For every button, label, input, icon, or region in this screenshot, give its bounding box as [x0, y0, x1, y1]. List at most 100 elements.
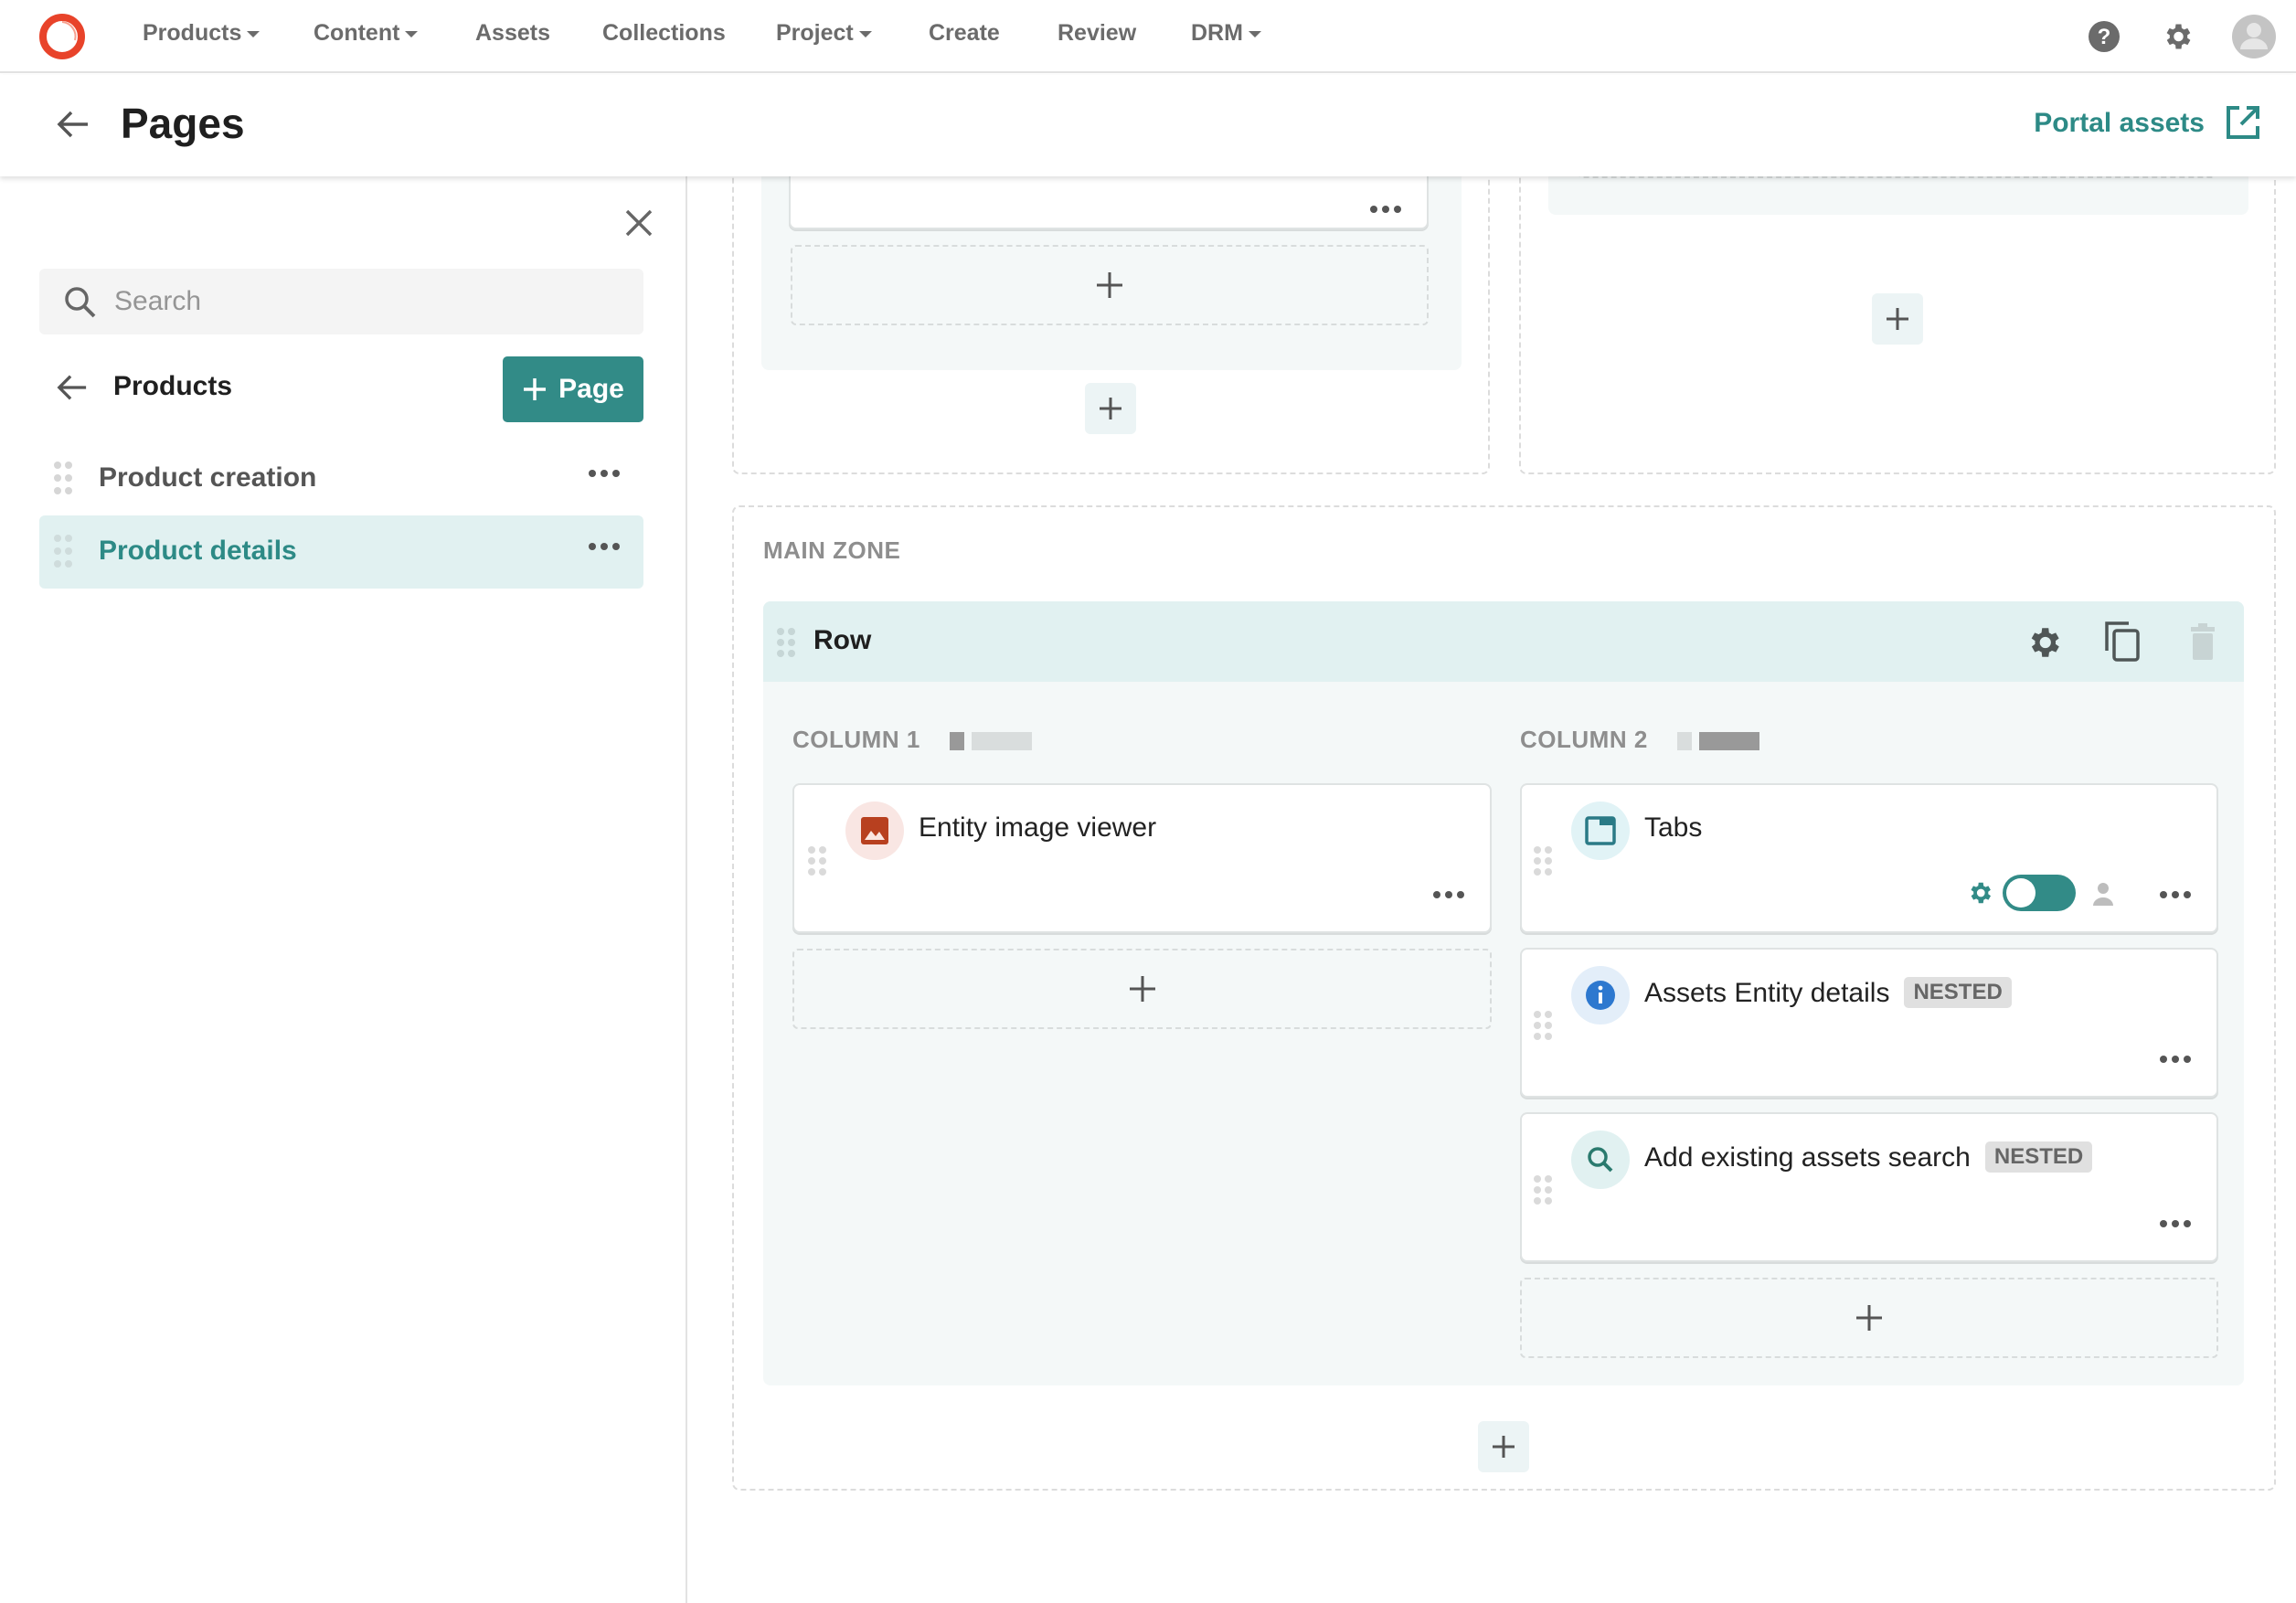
- widget-card[interactable]: [789, 176, 1429, 229]
- main-zone: MAIN ZONE Row COLUMN 1 Entity image view…: [732, 505, 2276, 1491]
- nav-label: Content: [314, 20, 400, 46]
- drag-handle-icon[interactable]: [1533, 1010, 1553, 1041]
- nav-label: Create: [929, 20, 1000, 46]
- tabs-icon: [1571, 802, 1630, 860]
- user-permission-icon[interactable]: [2092, 882, 2114, 906]
- nav-content[interactable]: Content: [314, 20, 419, 47]
- duplicate-icon[interactable]: [2103, 620, 2142, 662]
- pages-sidebar: Products Page Product creation Product d…: [0, 176, 687, 1603]
- more-options-icon[interactable]: [2160, 1220, 2191, 1227]
- row-container: [761, 176, 1462, 370]
- plus-icon: [1100, 398, 1121, 419]
- drag-handle-icon[interactable]: [776, 627, 796, 658]
- page-item-product-details[interactable]: Product details: [39, 515, 643, 589]
- plus-icon: [1887, 308, 1908, 330]
- zone-left-upper: [732, 176, 1490, 474]
- delete-icon[interactable]: [2189, 623, 2216, 660]
- back-arrow-icon[interactable]: [55, 108, 91, 141]
- widget-add-existing-assets-search[interactable]: Add existing assets search NESTED: [1520, 1112, 2218, 1262]
- nav-collections[interactable]: Collections: [602, 20, 726, 47]
- page-header: Pages Portal assets: [0, 75, 2296, 176]
- add-row-button[interactable]: [1872, 293, 1923, 345]
- toggle-knob: [2006, 878, 2036, 908]
- nav-label: Project: [776, 20, 854, 46]
- nav-label: Assets: [475, 20, 550, 46]
- nav-label: Collections: [602, 20, 726, 46]
- settings-icon[interactable]: [2161, 20, 2194, 53]
- nav-drm[interactable]: DRM: [1191, 20, 1261, 47]
- nav-label: Products: [143, 20, 242, 46]
- nav-assets[interactable]: Assets: [475, 20, 550, 47]
- nav-review[interactable]: Review: [1058, 20, 1136, 47]
- caret-down-icon: [858, 30, 872, 37]
- nested-badge: NESTED: [1904, 977, 2012, 1008]
- user-avatar-icon[interactable]: [2232, 15, 2276, 58]
- plus-icon: [1856, 1305, 1882, 1331]
- more-options-icon[interactable]: [589, 470, 620, 477]
- page-item-label: Product details: [99, 536, 297, 566]
- widget-title: Entity image viewer: [919, 812, 1157, 843]
- column-1-label: COLUMN 1: [792, 726, 920, 753]
- more-options-icon[interactable]: [2160, 891, 2191, 898]
- more-options-icon[interactable]: [1433, 891, 1464, 898]
- page-item-product-creation[interactable]: Product creation: [39, 442, 643, 515]
- row-settings-icon[interactable]: [2025, 623, 2063, 662]
- widget-title: Tabs: [1644, 812, 1703, 843]
- search-icon: [1571, 1131, 1630, 1189]
- widget-settings-icon[interactable]: [1966, 879, 1993, 907]
- drag-handle-icon[interactable]: [807, 845, 827, 876]
- portal-assets-link[interactable]: Portal assets: [2034, 108, 2205, 139]
- external-link-icon[interactable]: [2225, 104, 2261, 141]
- caret-down-icon: [247, 30, 260, 37]
- drag-handle-icon[interactable]: [52, 534, 74, 568]
- drag-handle-icon[interactable]: [1533, 845, 1553, 876]
- widget-title: Add existing assets search: [1644, 1142, 1971, 1173]
- widget-assets-entity-details[interactable]: Assets Entity details NESTED: [1520, 948, 2218, 1098]
- add-row-button[interactable]: [1478, 1421, 1529, 1472]
- nav-create[interactable]: Create: [929, 20, 1000, 47]
- page-layout-canvas: MAIN ZONE Row COLUMN 1 Entity image view…: [689, 176, 2296, 1603]
- app-logo-icon[interactable]: [38, 13, 86, 60]
- add-page-label: Page: [558, 374, 624, 404]
- drag-handle-icon[interactable]: [52, 461, 74, 495]
- info-icon: [1571, 966, 1630, 1024]
- caret-down-icon: [405, 30, 419, 37]
- search-input[interactable]: [114, 269, 626, 334]
- plus-icon: [524, 378, 547, 400]
- add-widget-dropzone[interactable]: [1520, 1278, 2218, 1358]
- add-row-button[interactable]: [1085, 383, 1136, 434]
- widget-tabs[interactable]: Tabs: [1520, 783, 2218, 933]
- widget-title-row: Add existing assets search NESTED: [1644, 1141, 2093, 1173]
- add-widget-dropzone[interactable]: [1578, 176, 2217, 178]
- widget-title-row: Assets Entity details NESTED: [1644, 977, 2012, 1009]
- more-options-icon[interactable]: [589, 543, 620, 550]
- svg-text:?: ?: [2098, 25, 2111, 49]
- help-icon[interactable]: ?: [2088, 20, 2121, 53]
- parent-page-label: Products: [113, 371, 233, 401]
- nav-products[interactable]: Products: [143, 20, 260, 47]
- nav-project[interactable]: Project: [776, 20, 872, 47]
- plus-icon: [1493, 1436, 1515, 1458]
- more-options-icon[interactable]: [1370, 206, 1401, 213]
- more-options-icon[interactable]: [2160, 1056, 2191, 1063]
- add-page-button[interactable]: Page: [503, 356, 643, 422]
- zone-right-upper: [1519, 176, 2276, 474]
- row-container: [1548, 176, 2248, 215]
- nav-label: DRM: [1191, 20, 1243, 46]
- add-widget-dropzone[interactable]: [791, 245, 1429, 325]
- page-title: Pages: [121, 100, 245, 147]
- plus-icon: [1097, 272, 1122, 298]
- back-arrow-icon[interactable]: [55, 372, 90, 403]
- close-icon[interactable]: [623, 207, 654, 239]
- widget-title: Assets Entity details: [1644, 978, 1890, 1008]
- drag-handle-icon[interactable]: [1533, 1174, 1553, 1205]
- page-item-label: Product creation: [99, 462, 317, 493]
- widget-entity-image-viewer[interactable]: Entity image viewer: [792, 783, 1492, 933]
- caret-down-icon: [1248, 30, 1261, 37]
- visibility-toggle[interactable]: [2003, 875, 2076, 911]
- row-label: Row: [813, 625, 872, 655]
- plus-icon: [1129, 976, 1155, 1002]
- add-widget-dropzone[interactable]: [792, 949, 1492, 1029]
- nav-label: Review: [1058, 20, 1137, 46]
- column-2-label: COLUMN 2: [1520, 726, 1648, 753]
